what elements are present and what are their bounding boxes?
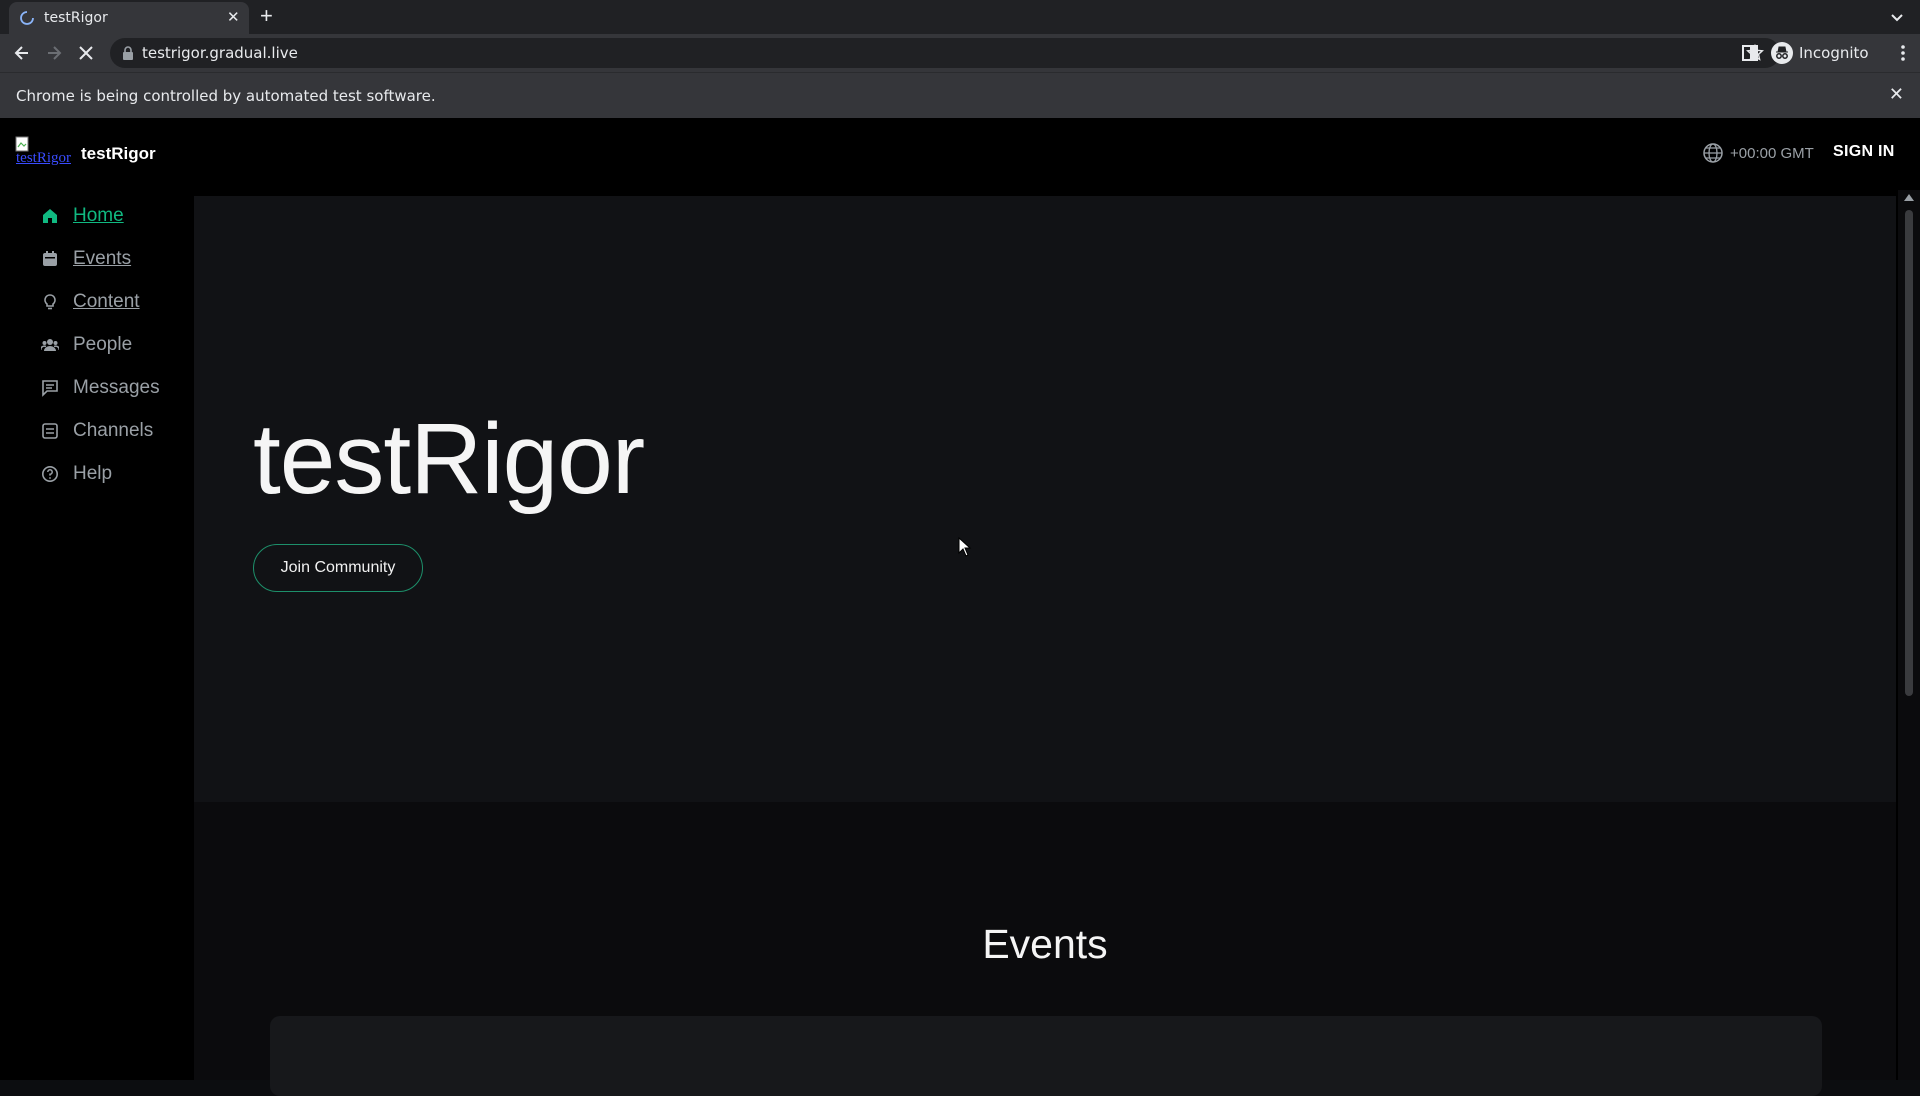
sidebar-nav: Home Events Content People Messages Chan…: [9, 190, 193, 1080]
brand-name[interactable]: testRigor: [81, 144, 156, 164]
stop-loading-icon[interactable]: [76, 43, 96, 63]
scroll-up-arrow-icon[interactable]: [1904, 194, 1914, 201]
sign-in-button[interactable]: SIGN IN: [1833, 143, 1895, 161]
address-bar[interactable]: testrigor.gradual.live: [110, 38, 1780, 68]
people-icon: [41, 339, 59, 351]
incognito-profile-button[interactable]: Incognito: [1771, 40, 1869, 66]
tab-title: testRigor: [44, 10, 108, 26]
sidebar-item-label: Content: [73, 291, 140, 312]
sidebar-item-label: Home: [73, 205, 124, 226]
browser-menu-icon[interactable]: [1900, 44, 1906, 62]
sidebar-item-label: People: [73, 334, 133, 355]
forward-arrow-icon[interactable]: [44, 43, 64, 63]
tab-close-icon[interactable]: ✕: [227, 8, 240, 26]
lock-icon: [123, 46, 133, 60]
events-card: [270, 1016, 1822, 1096]
sidebar-item-content[interactable]: Content: [41, 291, 140, 313]
back-arrow-icon[interactable]: [12, 43, 32, 63]
sidebar-item-label: Channels: [73, 420, 154, 441]
sidebar-item-help[interactable]: Help: [41, 463, 112, 485]
message-icon: [42, 380, 58, 397]
sidebar-item-label: Events: [73, 248, 132, 269]
home-icon: [43, 209, 57, 223]
events-section: Events: [194, 802, 1896, 1096]
channels-icon: [42, 423, 58, 439]
incognito-label: Incognito: [1799, 44, 1869, 62]
new-tab-button[interactable]: +: [260, 4, 273, 28]
infobar-close-icon[interactable]: ✕: [1889, 84, 1904, 105]
tab-search-chevron-icon[interactable]: [1888, 8, 1906, 26]
side-panel-icon[interactable]: [1741, 44, 1759, 62]
page-scrollbar[interactable]: [1898, 190, 1920, 1080]
events-heading: Events: [982, 921, 1108, 967]
browser-tab-strip: testRigor ✕ +: [0, 0, 1920, 34]
url-text: testrigor.gradual.live: [142, 44, 298, 62]
logo-alt-text: testRigor: [16, 150, 71, 166]
timezone-label: +00:00 GMT: [1730, 144, 1814, 162]
join-community-button[interactable]: Join Community: [253, 544, 423, 592]
scroll-thumb[interactable]: [1905, 210, 1913, 696]
hero-title: testRigor: [253, 403, 645, 515]
browser-tab[interactable]: testRigor ✕: [9, 2, 249, 34]
mouse-pointer-icon: [958, 537, 972, 557]
incognito-icon: [1771, 42, 1793, 64]
sidebar-item-messages[interactable]: Messages: [41, 377, 160, 399]
lightbulb-icon: [44, 294, 56, 310]
automation-infobar: Chrome is being controlled by automated …: [0, 72, 1920, 118]
page: testRigor testRigor +00:00 GMT SIGN IN H…: [0, 118, 1920, 1096]
infobar-message: Chrome is being controlled by automated …: [16, 87, 436, 105]
browser-toolbar: testrigor.gradual.live Incognito: [0, 34, 1920, 72]
timezone-selector[interactable]: +00:00 GMT: [1702, 142, 1814, 164]
sidebar-item-people[interactable]: People: [41, 334, 132, 356]
loading-spinner-icon: [20, 11, 34, 25]
sidebar-item-label: Messages: [73, 377, 160, 398]
calendar-icon: [43, 251, 57, 266]
help-icon: [42, 466, 58, 482]
hero-section: testRigor Join Community: [194, 196, 1896, 802]
site-header: testRigor testRigor +00:00 GMT SIGN IN: [0, 118, 1898, 190]
sidebar-item-channels[interactable]: Channels: [41, 420, 153, 442]
sidebar-item-label: Help: [73, 463, 113, 484]
site-logo[interactable]: testRigor: [15, 136, 73, 168]
sidebar-item-events[interactable]: Events: [41, 248, 131, 270]
globe-icon: [1703, 143, 1723, 163]
sidebar-item-home[interactable]: Home: [41, 205, 124, 227]
